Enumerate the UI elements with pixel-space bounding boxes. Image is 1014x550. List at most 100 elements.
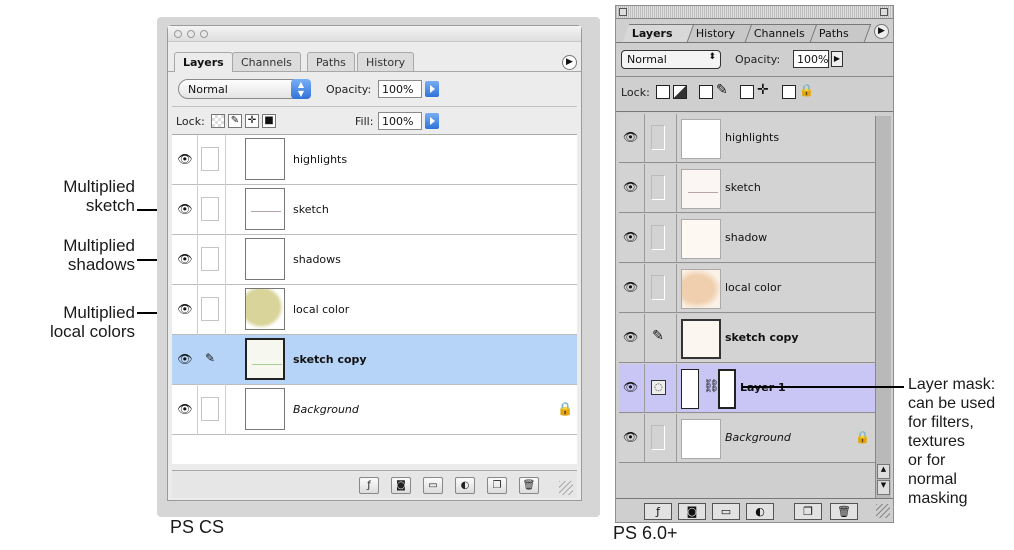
layer-thumbnail bbox=[245, 288, 285, 330]
minimize-window-icon[interactable] bbox=[187, 30, 195, 38]
link-icon[interactable] bbox=[651, 175, 665, 200]
lock-move-checkbox[interactable] bbox=[740, 85, 754, 99]
add-mask-icon[interactable]: ◙ bbox=[391, 477, 411, 494]
layer-style-icon[interactable]: ƒ bbox=[359, 477, 379, 494]
layer-row-sketch[interactable]: 👁 sketch bbox=[172, 185, 577, 235]
adjustment-layer-icon[interactable]: ◐ bbox=[746, 503, 774, 520]
palette-menu-icon[interactable]: ▶ bbox=[874, 24, 889, 39]
layer-row-local-color[interactable]: 👁 local color bbox=[172, 285, 577, 335]
opacity-field[interactable]: 100% bbox=[793, 50, 829, 68]
link-icon[interactable] bbox=[651, 425, 665, 450]
lock-brush-icon[interactable]: ✎ bbox=[228, 114, 242, 128]
opacity-field[interactable]: 100% bbox=[378, 80, 422, 98]
lock-transparency-icon[interactable] bbox=[656, 85, 670, 99]
blend-mode-select[interactable]: Normal ⬍ bbox=[621, 50, 721, 69]
lock-transparency-icon[interactable] bbox=[211, 114, 225, 128]
palette-menu-icon[interactable]: ▶ bbox=[562, 55, 577, 70]
opacity-arrow-icon[interactable]: ▶ bbox=[831, 51, 843, 67]
visibility-eye-icon[interactable]: 👁 bbox=[623, 330, 638, 344]
layer-row-shadows[interactable]: 👁 shadows bbox=[172, 235, 577, 285]
trash-icon[interactable]: 🗑 bbox=[519, 477, 539, 494]
close-box-icon[interactable] bbox=[619, 8, 627, 16]
new-group-icon[interactable]: ▭ bbox=[423, 477, 443, 494]
vertical-scrollbar[interactable]: ▲ ▼ bbox=[875, 116, 891, 498]
link-icon[interactable] bbox=[201, 397, 219, 421]
layer-row-sketch-copy[interactable]: 👁 ✎ sketch copy bbox=[172, 335, 577, 385]
layer-row-local-color[interactable]: 👁 local color bbox=[619, 264, 875, 313]
visibility-eye-icon[interactable]: 👁 bbox=[177, 352, 193, 366]
visibility-eye-icon[interactable]: 👁 bbox=[623, 380, 638, 394]
annotation-layer-mask: Layer mask: can be used for filters, tex… bbox=[908, 375, 1013, 508]
tab-layers[interactable]: Layers bbox=[622, 24, 695, 42]
lock-move-icon[interactable]: ✛ bbox=[245, 114, 259, 128]
brush-active-icon[interactable]: ✎ bbox=[201, 347, 219, 371]
resize-grip-icon[interactable] bbox=[559, 481, 573, 495]
visibility-eye-icon[interactable]: 👁 bbox=[623, 180, 638, 194]
layer-row-background[interactable]: 👁 Background 🔒 bbox=[172, 385, 577, 435]
trash-icon[interactable]: 🗑 bbox=[830, 503, 858, 520]
lock-all-checkbox[interactable] bbox=[782, 85, 796, 99]
new-layer-icon[interactable]: ❐ bbox=[487, 477, 507, 494]
visibility-eye-icon[interactable]: 👁 bbox=[177, 202, 193, 216]
close-window-icon[interactable] bbox=[174, 30, 182, 38]
link-icon[interactable] bbox=[201, 297, 219, 321]
resize-grip-icon[interactable] bbox=[876, 504, 890, 518]
layer-row-shadow[interactable]: 👁 shadow bbox=[619, 214, 875, 263]
new-layer-icon[interactable]: ❐ bbox=[794, 503, 822, 520]
new-set-folder-icon[interactable]: ▭ bbox=[712, 503, 740, 520]
tab-layers[interactable]: Layers bbox=[174, 52, 233, 72]
tab-channels[interactable]: Channels bbox=[744, 24, 818, 42]
fill-field[interactable]: 100% bbox=[378, 112, 422, 130]
blend-mode-select[interactable]: Normal ▲ ▼ bbox=[178, 79, 311, 99]
lock-paint-checkbox[interactable] bbox=[699, 85, 713, 99]
visibility-eye-icon[interactable]: 👁 bbox=[177, 302, 193, 316]
lock-image-icon[interactable] bbox=[673, 85, 687, 99]
brush-active-icon[interactable]: ✎ bbox=[651, 325, 665, 350]
visibility-eye-icon[interactable]: 👁 bbox=[623, 430, 638, 444]
collapse-box-icon[interactable] bbox=[880, 8, 888, 16]
adjustment-layer-icon[interactable]: ◐ bbox=[455, 477, 475, 494]
row-divider bbox=[644, 264, 645, 313]
layer-row-background[interactable]: 👁 Background 🔒 bbox=[619, 414, 875, 463]
link-icon[interactable] bbox=[651, 125, 665, 150]
layer-row-layer-1[interactable]: 👁 ◌ ⛓ Layer 1 bbox=[619, 364, 875, 413]
opacity-slider-arrow-icon[interactable] bbox=[425, 81, 439, 97]
link-icon[interactable] bbox=[201, 247, 219, 271]
mask-mode-icon[interactable]: ◌ bbox=[651, 380, 666, 395]
layer-thumbnail bbox=[681, 169, 721, 209]
layer-row-highlights[interactable]: 👁 highlights bbox=[619, 114, 875, 163]
visibility-eye-icon[interactable]: 👁 bbox=[623, 230, 638, 244]
visibility-eye-icon[interactable]: 👁 bbox=[177, 152, 193, 166]
layer-row-sketch[interactable]: 👁 sketch bbox=[619, 164, 875, 213]
tab-paths[interactable]: Paths bbox=[307, 52, 355, 72]
lock-all-icon[interactable]: ■ bbox=[262, 114, 276, 128]
lock-label: Lock: bbox=[176, 115, 205, 128]
visibility-eye-icon[interactable]: 👁 bbox=[177, 402, 193, 416]
scroll-down-arrow-icon[interactable]: ▼ bbox=[877, 480, 890, 495]
layer-mask-thumbnail[interactable] bbox=[718, 369, 736, 409]
tab-paths[interactable]: Paths bbox=[809, 24, 872, 42]
layer-row-sketch-copy[interactable]: 👁 ✎ sketch copy bbox=[619, 314, 875, 363]
row-divider bbox=[644, 414, 645, 463]
scroll-up-arrow-icon[interactable]: ▲ bbox=[877, 464, 890, 479]
lock-label: Lock: bbox=[621, 86, 650, 99]
visibility-eye-icon[interactable]: 👁 bbox=[623, 280, 638, 294]
tab-history[interactable]: History bbox=[357, 52, 415, 72]
layer-row-highlights[interactable]: 👁 highlights bbox=[172, 135, 577, 185]
link-icon[interactable] bbox=[201, 197, 219, 221]
palette-drag-bar[interactable] bbox=[616, 6, 893, 19]
tab-channels[interactable]: Channels bbox=[232, 52, 301, 72]
visibility-eye-icon[interactable]: 👁 bbox=[623, 130, 638, 144]
title-bar[interactable] bbox=[168, 26, 581, 42]
link-icon[interactable] bbox=[201, 147, 219, 171]
tab-history[interactable]: History bbox=[686, 24, 753, 42]
visibility-eye-icon[interactable]: 👁 bbox=[177, 252, 193, 266]
select-arrows-icon: ▲ ▼ bbox=[291, 79, 311, 99]
zoom-window-icon[interactable] bbox=[200, 30, 208, 38]
fill-slider-arrow-icon[interactable] bbox=[425, 113, 439, 129]
add-mask-icon[interactable]: ◙ bbox=[678, 503, 706, 520]
link-icon[interactable] bbox=[651, 225, 665, 250]
layer-style-icon[interactable]: ƒ bbox=[644, 503, 672, 520]
lock-icon: 🔒 bbox=[855, 430, 870, 444]
link-icon[interactable] bbox=[651, 275, 665, 300]
